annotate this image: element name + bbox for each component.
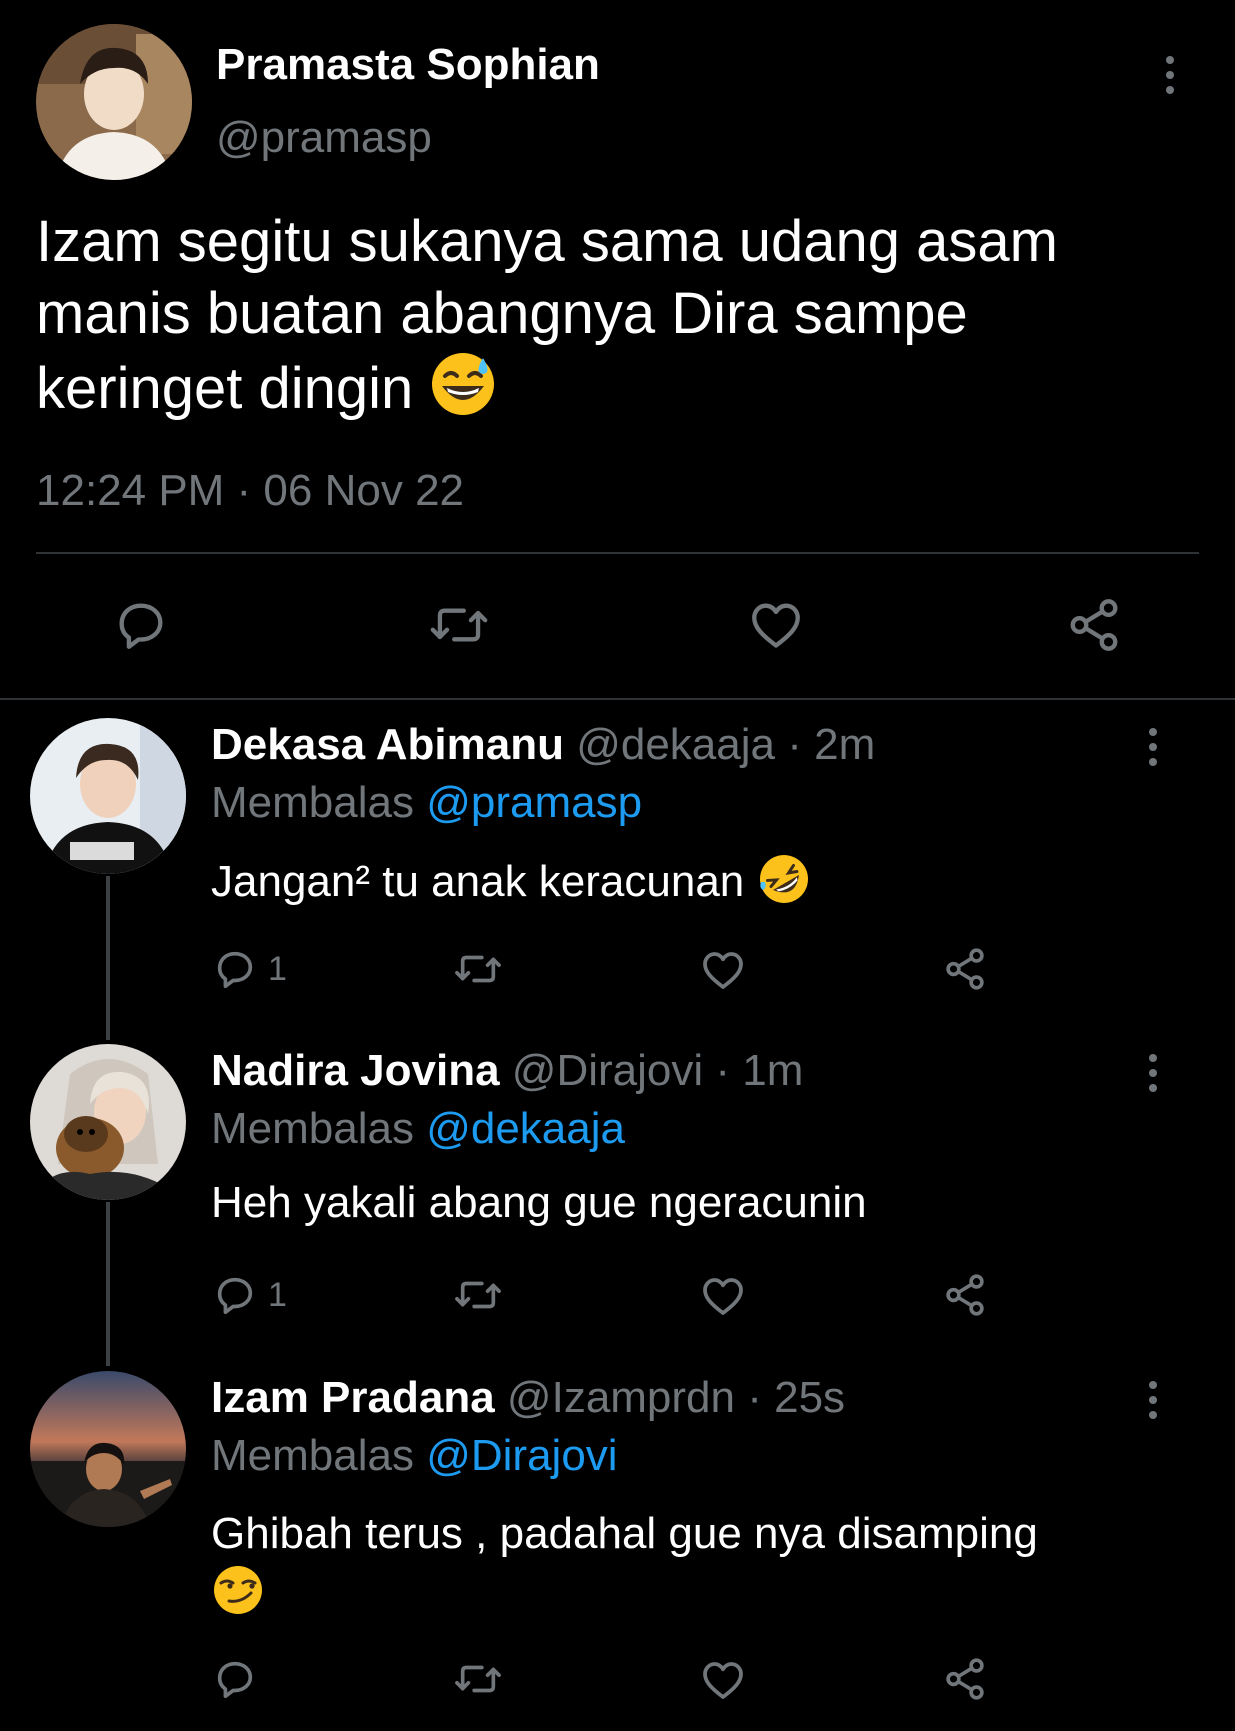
reply-header: Izam Pradana @Izamprdn · 25s — [211, 1373, 845, 1423]
reply-time: · 2m — [787, 720, 876, 769]
reply-time: · 25s — [747, 1373, 846, 1422]
author-name[interactable]: Pramasta Sophian — [216, 40, 600, 90]
tweet-text-line: manis buatan abangnya Dira sampe — [36, 281, 968, 346]
tweet-text-line: keringet dingin — [36, 350, 1206, 435]
retweet-button[interactable] — [452, 1656, 504, 1707]
smirk-emoji-icon — [211, 1563, 265, 1632]
retweet-icon — [430, 608, 488, 642]
reply-button[interactable]: 1 — [212, 946, 287, 992]
like-button[interactable] — [699, 1656, 747, 1709]
more-options-icon[interactable] — [1149, 1054, 1157, 1092]
reply-icon — [119, 603, 163, 649]
heart-icon — [703, 1662, 743, 1699]
reply-text-content: Jangan² tu anak keracunan — [211, 857, 745, 907]
like-button[interactable] — [747, 596, 805, 659]
replying-to: Membalas @dekaaja — [211, 1104, 625, 1154]
reply-text-content: Ghibah terus , padahal gue nya disamping — [211, 1509, 1038, 1558]
rofl-emoji-icon — [757, 852, 811, 917]
heart-icon — [703, 952, 743, 989]
more-options-icon[interactable] — [1149, 1381, 1157, 1419]
reply-count: 1 — [268, 949, 287, 988]
share-button[interactable] — [942, 1656, 988, 1707]
tweet-text: Izam segitu sukanya sama udang asam mani… — [36, 206, 1206, 435]
heart-icon — [703, 1278, 743, 1315]
retweet-icon — [455, 955, 501, 983]
retweet-button[interactable] — [428, 596, 490, 659]
replying-to-handle[interactable]: @pramasp — [426, 778, 642, 827]
reply-author-name[interactable]: Dekasa Abimanu — [211, 720, 564, 769]
replying-to-label: Membalas — [211, 1104, 414, 1153]
replying-to-handle[interactable]: @dekaaja — [426, 1104, 625, 1153]
heart-icon — [752, 603, 800, 648]
reply-author-handle[interactable]: @Dirajovi — [512, 1046, 703, 1095]
reply-button[interactable]: 1 — [212, 1272, 287, 1318]
tweet-timestamp: 12:24 PM · 06 Nov 22 — [36, 466, 465, 515]
reply-text: Heh yakali abang gue ngeracunin — [211, 1178, 867, 1227]
retweet-button[interactable] — [452, 1272, 504, 1323]
section-divider — [0, 698, 1235, 700]
more-options-icon[interactable] — [1166, 56, 1174, 94]
reply-button[interactable] — [212, 1656, 268, 1702]
more-options-icon[interactable] — [1149, 728, 1157, 766]
share-button[interactable] — [942, 1272, 988, 1323]
share-icon — [946, 1658, 984, 1700]
reply-author-name[interactable]: Nadira Jovina — [211, 1046, 500, 1095]
reply-icon — [217, 1277, 253, 1315]
reply-count: 1 — [268, 1275, 287, 1314]
author-avatar[interactable] — [36, 24, 192, 180]
sweat-smile-emoji-icon — [429, 350, 497, 435]
share-icon — [946, 948, 984, 990]
reply-icon — [217, 951, 253, 989]
replying-to: Membalas @Dirajovi — [211, 1431, 618, 1481]
thread-connector — [106, 876, 110, 1040]
reply-icon — [217, 1661, 253, 1699]
share-icon — [1070, 599, 1118, 651]
thread-connector — [106, 1202, 110, 1366]
reply-time: · 1m — [715, 1046, 804, 1095]
reply-author-name[interactable]: Izam Pradana — [211, 1373, 495, 1422]
like-button[interactable] — [699, 1272, 747, 1325]
tweet-text-line-content: keringet dingin — [36, 355, 414, 421]
reply-text: Ghibah terus , padahal gue nya disamping — [211, 1505, 1171, 1632]
replying-to-label: Membalas — [211, 778, 414, 827]
reply-text: Jangan² tu anak keracunan — [211, 852, 811, 917]
replying-to-label: Membalas — [211, 1431, 414, 1480]
reply-header: Nadira Jovina @Dirajovi · 1m — [211, 1046, 803, 1096]
share-button[interactable] — [1065, 596, 1123, 659]
retweet-icon — [455, 1281, 501, 1309]
author-handle[interactable]: @pramasp — [216, 113, 432, 163]
reply-author-handle[interactable]: @dekaaja — [576, 720, 775, 769]
replying-to: Membalas @pramasp — [211, 778, 642, 828]
retweet-button[interactable] — [452, 946, 504, 997]
reply-avatar[interactable] — [30, 718, 186, 874]
share-button[interactable] — [942, 946, 988, 997]
share-icon — [946, 1274, 984, 1316]
reply-header: Dekasa Abimanu @dekaaja · 2m — [211, 720, 875, 770]
reply-avatar[interactable] — [30, 1044, 186, 1200]
reply-avatar[interactable] — [30, 1371, 186, 1527]
divider — [36, 552, 1199, 554]
replying-to-handle[interactable]: @Dirajovi — [426, 1431, 617, 1480]
reply-button[interactable] — [112, 596, 170, 659]
like-button[interactable] — [699, 946, 747, 999]
retweet-icon — [455, 1665, 501, 1693]
reply-author-handle[interactable]: @Izamprdn — [507, 1373, 735, 1422]
tweet-text-line: Izam segitu sukanya sama udang asam — [36, 209, 1058, 274]
